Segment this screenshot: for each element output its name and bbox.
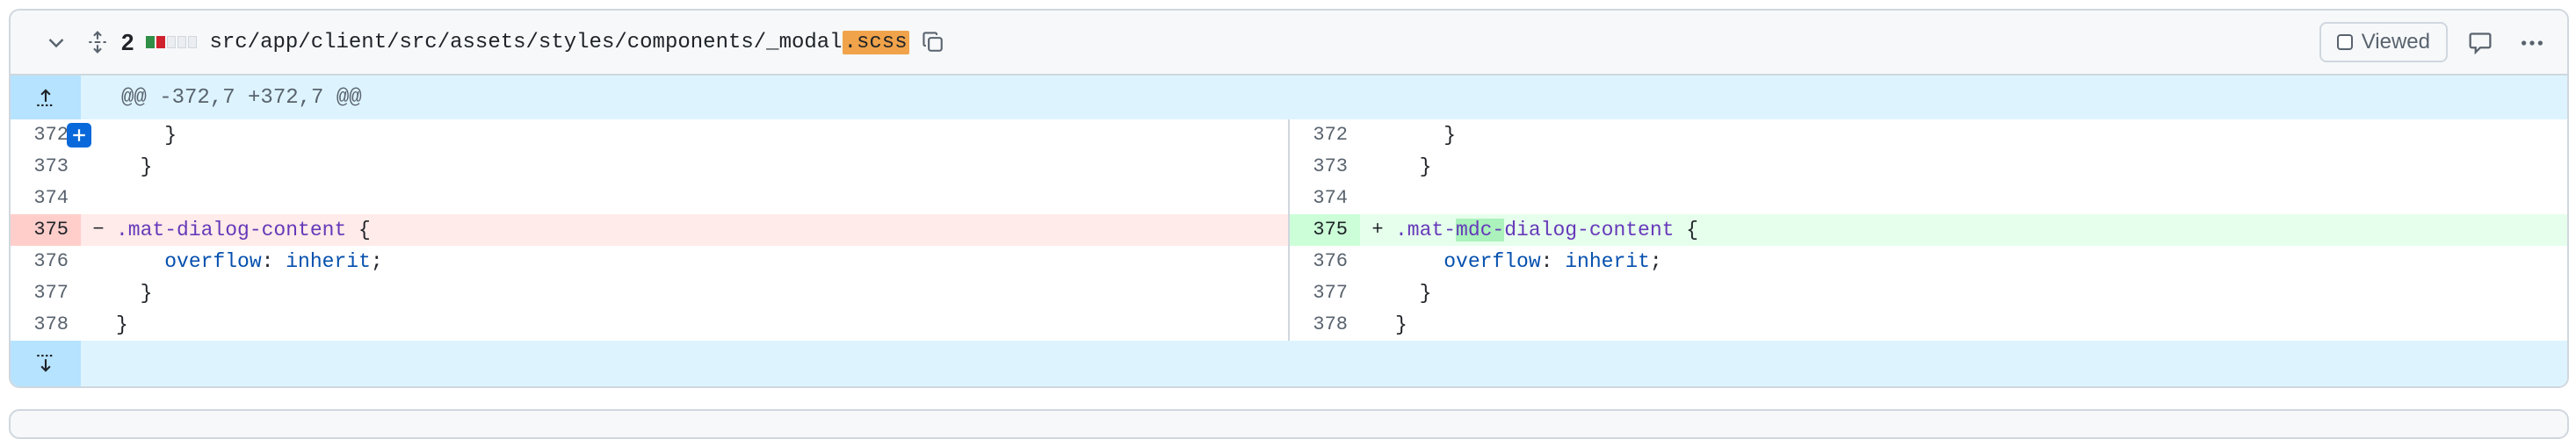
code-line: } — [1395, 282, 1432, 305]
add-comment-button[interactable] — [67, 123, 91, 148]
line-number[interactable]: 374 — [11, 183, 81, 214]
line-number[interactable]: 378 — [11, 309, 81, 341]
line-number[interactable]: 375 — [1290, 214, 1360, 246]
code-line: .mat-mdc-dialog-content { — [1395, 214, 1698, 246]
kebab-horizontal-icon[interactable] — [2518, 30, 2546, 56]
line-number[interactable]: 377 — [1290, 277, 1360, 309]
diff-row: 372 } 372 } — [11, 119, 2567, 151]
chevron-down-icon[interactable] — [44, 30, 69, 54]
comment-icon[interactable] — [2467, 30, 2493, 56]
line-number[interactable]: 378 — [1290, 309, 1360, 341]
expand-down-row — [11, 341, 2567, 386]
diff-rows: 372 } 372 } 373 } 373} 374 374 375 − .m… — [11, 119, 2567, 341]
line-number[interactable]: 373 — [1290, 151, 1360, 183]
css-value: inherit — [1565, 250, 1650, 273]
code-line: } — [1395, 124, 1457, 147]
diff-row: 373 } 373 } — [11, 151, 2567, 183]
code-line: overflow: inherit; — [164, 250, 383, 273]
copy-icon[interactable] — [920, 29, 946, 55]
unfold-icon[interactable] — [84, 29, 111, 55]
brace: { — [346, 219, 371, 241]
addition-line: 375 + .mat-mdc-dialog-content { — [1290, 214, 2567, 246]
diff-row: 377 } 377 } — [11, 277, 2567, 309]
code-line: } — [1395, 313, 1407, 336]
code-line: } — [1395, 155, 1432, 178]
file-path-prefix: src/app/client/src/assets/styles/compone… — [209, 30, 843, 54]
next-diff-file — [9, 409, 2569, 439]
checkbox-icon — [2336, 34, 2353, 50]
css-selector: .mat-dialog-content — [116, 219, 347, 241]
hunk-header: @@ -372,7 +372,7 @@ — [11, 76, 2567, 119]
code-line: } — [116, 313, 128, 336]
code-line: overflow: inherit; — [1444, 250, 1662, 273]
code-line: } — [116, 124, 177, 147]
line-number[interactable]: 376 — [1290, 246, 1360, 277]
addition-marker: + — [1371, 219, 1384, 241]
code-line: } — [116, 155, 153, 178]
viewed-checkbox[interactable]: Viewed — [2319, 22, 2448, 62]
line-number[interactable]: 376 — [11, 246, 81, 277]
diff-file: 2 src/app/client/src/assets/styles/compo… — [9, 9, 2569, 388]
css-selector-part: dialog-content — [1504, 219, 1675, 241]
css-value: inherit — [286, 250, 371, 273]
diff-row-changed: 375 − .mat-dialog-content { 375 + .mat-m… — [11, 214, 2567, 246]
css-selector-part: .mat- — [1395, 219, 1457, 241]
css-property: overflow — [1444, 250, 1541, 273]
diff-row: 374 374 — [11, 183, 2567, 214]
code-line: .mat-dialog-content { — [116, 214, 371, 246]
file-extension: .scss — [842, 30, 909, 54]
line-number[interactable]: 373 — [11, 151, 81, 183]
line-number[interactable]: 377 — [11, 277, 81, 309]
viewed-label: Viewed — [2361, 30, 2430, 54]
css-property: overflow — [164, 250, 262, 273]
plus-icon — [73, 129, 85, 141]
line-number[interactable]: 372 — [1290, 119, 1360, 151]
brace: { — [1674, 219, 1699, 241]
line-number[interactable]: 374 — [1290, 183, 1360, 214]
file-path[interactable]: src/app/client/src/assets/styles/compone… — [209, 30, 909, 54]
added-word: mdc- — [1456, 219, 1505, 241]
code-line: } — [116, 282, 153, 305]
deletion-marker: − — [92, 219, 105, 241]
file-header: 2 src/app/client/src/assets/styles/compo… — [11, 11, 2567, 76]
fold-up-icon[interactable] — [11, 76, 81, 119]
fold-down-icon[interactable] — [11, 341, 81, 386]
diff-row: 378 } 378 } — [11, 309, 2567, 341]
change-count: 2 — [121, 28, 134, 55]
deletion-line: 375 − .mat-dialog-content { — [11, 214, 1288, 246]
diff-row: 376 overflow: inherit; 376 overflow: inh… — [11, 246, 2567, 277]
line-number[interactable]: 375 — [11, 214, 81, 246]
hunk-range: @@ -372,7 +372,7 @@ — [121, 85, 362, 110]
diffstat-bars — [146, 36, 198, 48]
